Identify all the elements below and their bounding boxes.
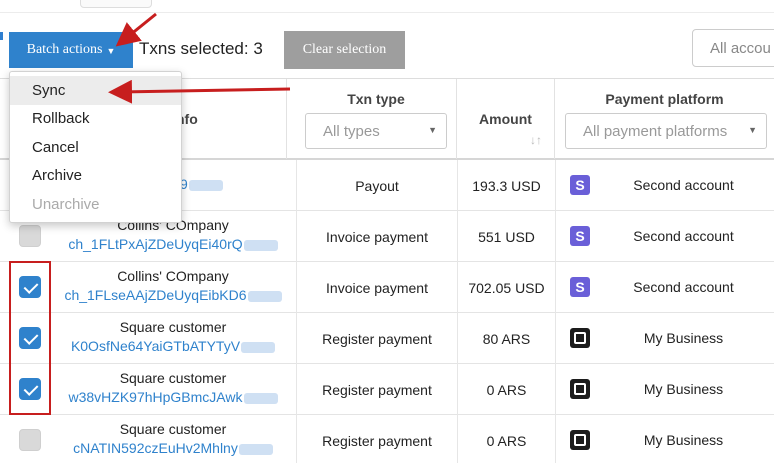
- square-icon: [570, 379, 590, 399]
- table-row[interactable]: Square customer cNATIN592czEuHv2Mhlny Regi…: [0, 415, 774, 463]
- charge-id-link[interactable]: w38vHZK97hHpGBmcJAwk: [50, 389, 296, 405]
- amount-cell: 193.3 USD: [457, 160, 555, 211]
- square-icon: [570, 328, 590, 348]
- header-txn-type: Txn type All types ▼: [296, 79, 457, 159]
- charge-id-text: K0OsfNe64YaiGTbATYTyV: [70, 338, 241, 354]
- platform-cell: My Business: [555, 364, 774, 415]
- clear-selection-button[interactable]: Clear selection: [284, 31, 405, 69]
- txn-type-cell: Payout: [296, 160, 457, 211]
- menu-item-archive[interactable]: Archive: [10, 162, 181, 191]
- charge-id-text: w38vHZK97hHpGBmcJAwk: [68, 389, 243, 405]
- header-platform: Payment platform All payment platforms ▼: [555, 79, 774, 159]
- customer-name: Collins' COmpany: [117, 268, 229, 284]
- amount-cell: 0 ARS: [457, 415, 555, 463]
- caret-down-icon: ▼: [106, 46, 116, 56]
- stripe-icon: S: [570, 277, 590, 297]
- menu-item-unarchive: Unarchive: [32, 195, 100, 213]
- row-checkbox[interactable]: [19, 429, 41, 451]
- info-cell: Square customer K0OsfNe64YaiGTbATYTyV: [50, 313, 296, 364]
- customer-name: Square customer: [119, 370, 227, 386]
- stripe-icon: S: [570, 226, 590, 246]
- account-name: My Business: [643, 330, 724, 346]
- account-name: My Business: [643, 432, 724, 448]
- platform-cell: My Business: [555, 415, 774, 463]
- platform-filter-value: All payment platforms: [583, 123, 728, 140]
- charge-id-link[interactable]: ch_1FLtPxAjZDeUyqEi40rQ: [50, 236, 296, 252]
- platform-cell: S Second account: [555, 211, 774, 262]
- platform-cell: My Business: [555, 313, 774, 364]
- txn-type-cell: Register payment: [296, 364, 457, 415]
- charge-id-link[interactable]: cNATIN592czEuHv2Mhlny: [50, 440, 296, 456]
- charge-id-link[interactable]: ch_1FLseAAjZDeUyqEibKD6: [50, 287, 296, 303]
- square-icon: [570, 430, 590, 450]
- table-row[interactable]: Square customer w38vHZK97hHpGBmcJAwk Regis…: [0, 364, 774, 415]
- batch-actions-label: Batch actions: [26, 42, 103, 57]
- table-row[interactable]: Square customer K0OsfNe64YaiGTbATYTyV Regi…: [0, 313, 774, 364]
- txn-type-cell: Invoice payment: [296, 211, 457, 262]
- platform-cell: S Second account: [555, 160, 774, 211]
- header-amount[interactable]: Amount ↓↑: [457, 79, 555, 159]
- header-txn-type-label: Txn type: [347, 91, 405, 107]
- charge-id-link[interactable]: K0OsfNe64YaiGTbATYTyV: [50, 338, 296, 354]
- chevron-down-icon: ▼: [428, 125, 437, 135]
- amount-cell: 702.05 USD: [457, 262, 555, 313]
- charge-id-text: ch_1FLseAAjZDeUyqEibKD6: [64, 287, 247, 303]
- txn-type-cell: Register payment: [296, 415, 457, 463]
- account-name: Second account: [633, 228, 734, 244]
- txn-type-filter[interactable]: All types ▼: [305, 113, 447, 149]
- platform-cell: S Second account: [555, 262, 774, 313]
- info-cell: Square customer w38vHZK97hHpGBmcJAwk: [50, 364, 296, 415]
- header-platform-label: Payment platform: [605, 91, 724, 107]
- top-bar: [0, 0, 774, 13]
- batch-actions-menu: Sync Rollback Cancel Archive Unarchive: [9, 71, 182, 223]
- amount-cell: 0 ARS: [457, 364, 555, 415]
- redacted-text: [241, 341, 276, 353]
- charge-id-text: cNATIN592czEuHv2Mhlny: [73, 440, 238, 456]
- amount-cell: 551 USD: [457, 211, 555, 262]
- chevron-down-icon: ▼: [748, 125, 757, 135]
- row-checkbox[interactable]: [19, 225, 41, 247]
- account-name: Second account: [633, 279, 734, 295]
- menu-item-rollback[interactable]: Rollback: [10, 105, 181, 134]
- stripe-icon: S: [570, 175, 590, 195]
- txn-type-cell: Invoice payment: [296, 262, 457, 313]
- top-tab[interactable]: [80, 0, 152, 8]
- amount-cell: 80 ARS: [457, 313, 555, 364]
- redacted-text: [188, 179, 223, 191]
- txn-type-cell: Register payment: [296, 313, 457, 364]
- redacted-text: [243, 239, 278, 251]
- annotation-highlight-box: [9, 261, 51, 415]
- customer-name: Square customer: [119, 421, 227, 437]
- info-cell: Collins' COmpany ch_1FLseAAjZDeUyqEibKD6: [50, 262, 296, 313]
- menu-item-cancel[interactable]: Cancel: [10, 133, 181, 162]
- header-amount-label: Amount: [479, 111, 532, 127]
- batch-actions-button[interactable]: Batch actions ▼: [9, 32, 133, 68]
- charge-id-text: ch_1FLtPxAjZDeUyqEi40rQ: [68, 236, 243, 252]
- selected-count: Txns selected: 3: [139, 39, 263, 58]
- sort-icon[interactable]: ↓↑: [530, 133, 542, 147]
- table-row[interactable]: Collins' COmpany ch_1FLseAAjZDeUyqEibKD6 I…: [0, 262, 774, 313]
- menu-item-sync[interactable]: Sync: [10, 76, 181, 105]
- txn-type-filter-value: All types: [323, 123, 380, 140]
- customer-name: Square customer: [119, 319, 227, 335]
- redacted-text: [243, 392, 278, 404]
- info-cell: Square customer cNATIN592czEuHv2Mhlny: [50, 415, 296, 463]
- platform-filter[interactable]: All payment platforms ▼: [565, 113, 767, 149]
- redacted-text: [247, 290, 282, 302]
- account-name: My Business: [643, 381, 724, 397]
- account-filter-select[interactable]: All accou: [692, 29, 774, 67]
- account-name: Second account: [633, 177, 734, 193]
- left-accent: [0, 32, 3, 40]
- redacted-text: [238, 443, 273, 455]
